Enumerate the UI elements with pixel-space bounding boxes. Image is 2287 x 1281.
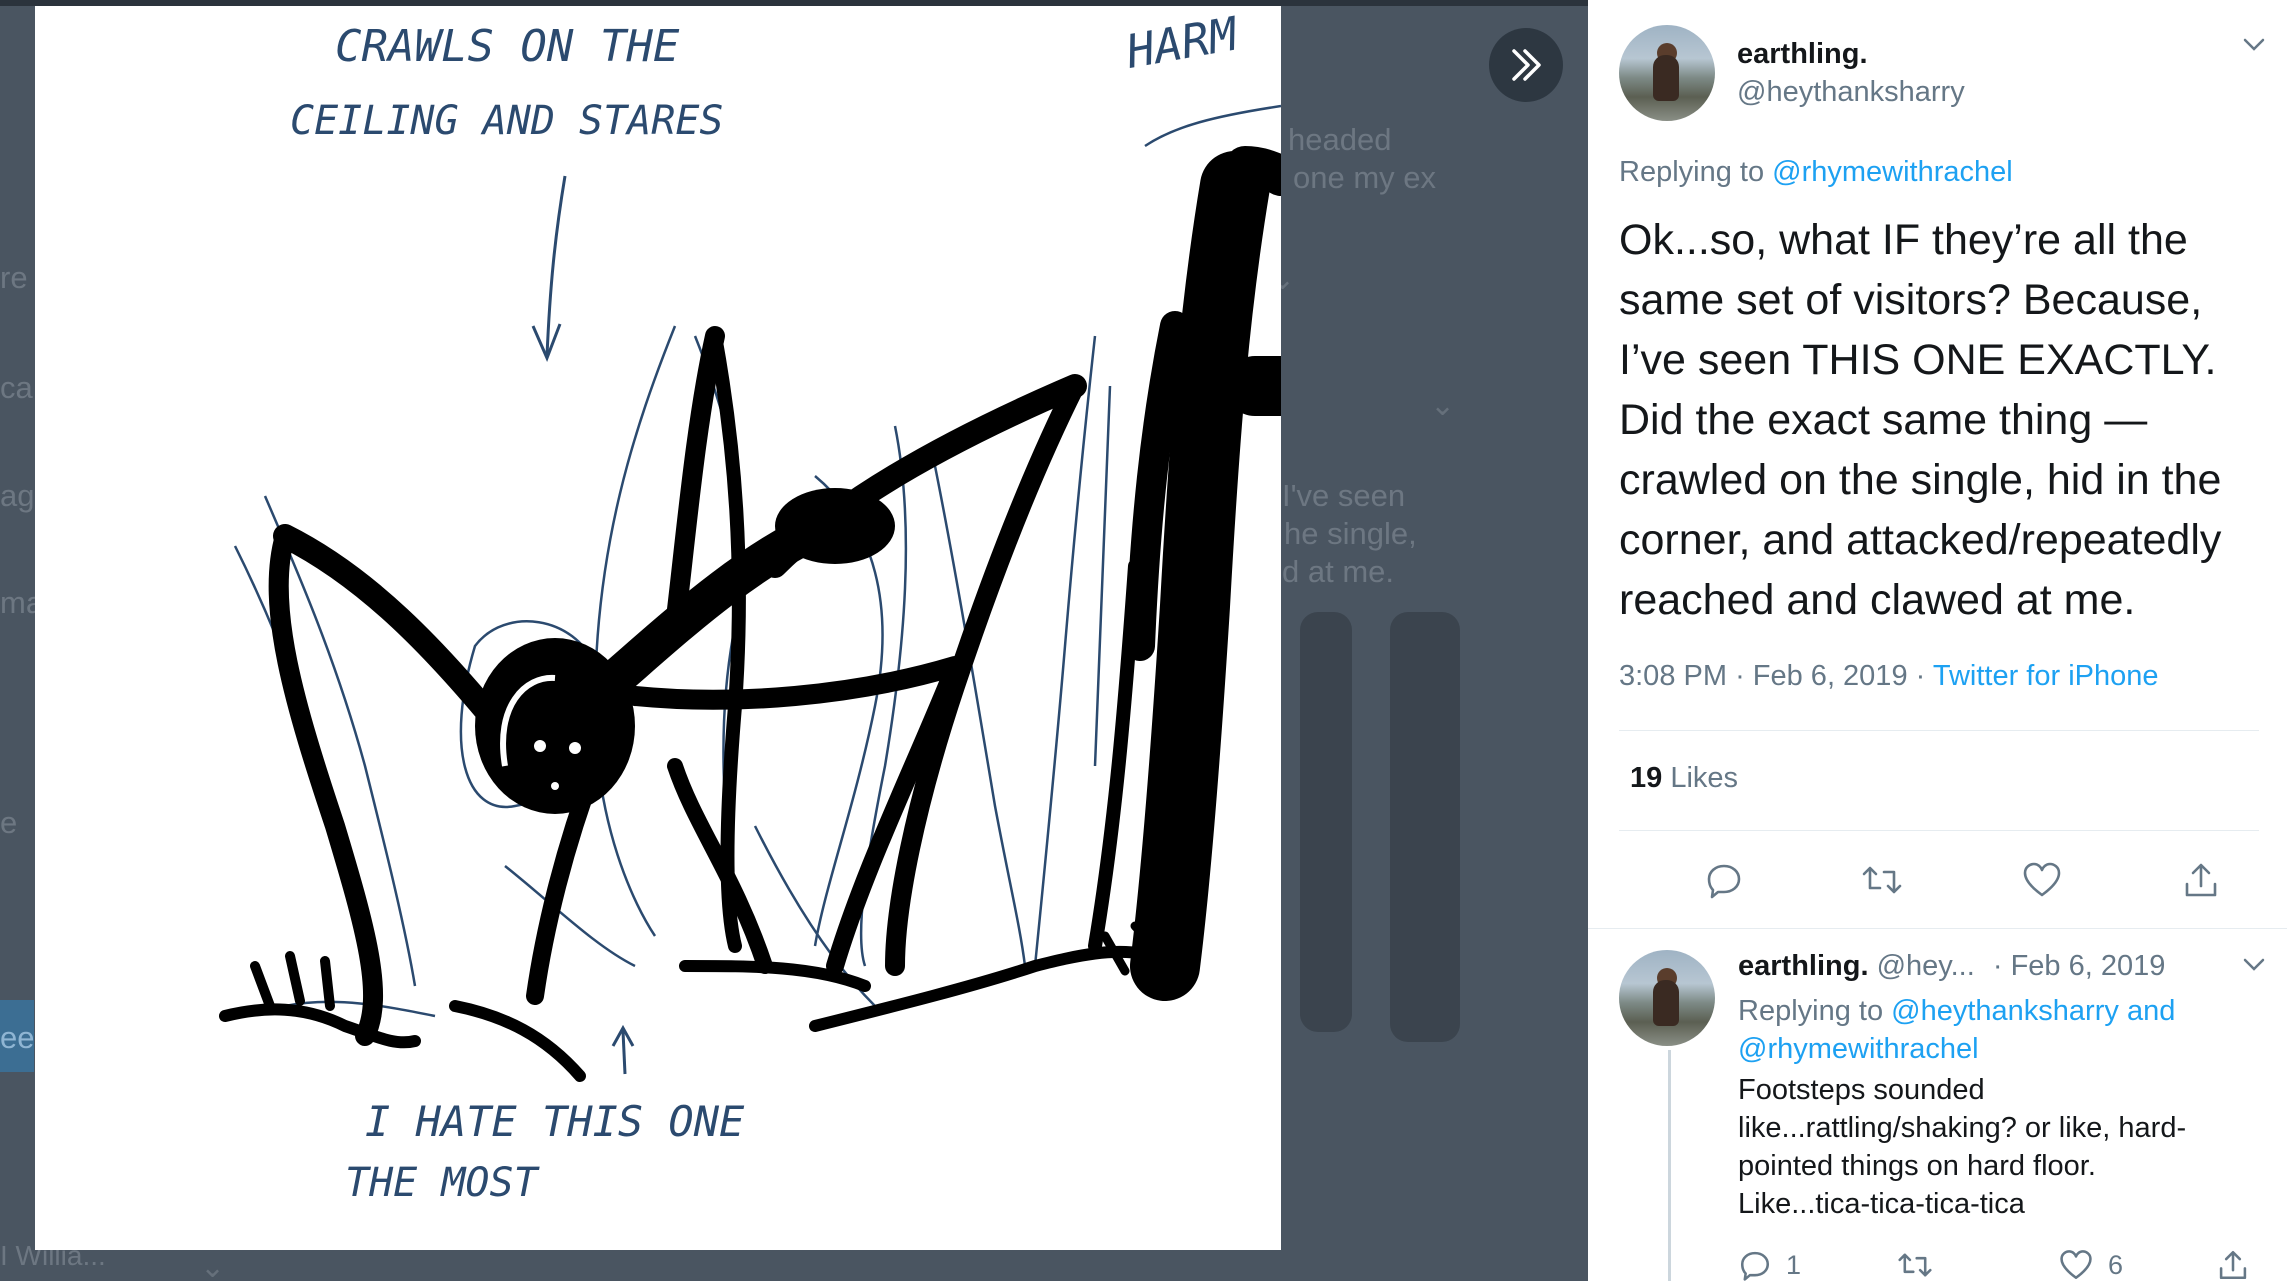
background-chevron-icon: ⌄ xyxy=(200,1251,226,1281)
retweet-icon xyxy=(1898,1253,1932,1277)
likes-count: 19 xyxy=(1630,762,1663,794)
background-text: re xyxy=(0,260,28,295)
thread-connector-line xyxy=(1668,1050,1671,1281)
share-button[interactable] xyxy=(2175,854,2227,906)
background-text: he single, xyxy=(1284,516,1417,551)
caption-corner: HARM xyxy=(1122,6,1244,79)
like-button[interactable] xyxy=(2016,854,2068,906)
tweet-meta: 3:08 PM · Feb 6, 2019 · Twitter for iPho… xyxy=(1619,660,2159,692)
reply-replying-and: and xyxy=(2126,995,2176,1027)
chevron-down-icon xyxy=(2243,38,2265,51)
divider xyxy=(1619,830,2259,831)
like-icon xyxy=(2023,862,2061,897)
background-image-shape xyxy=(1390,612,1460,1042)
avatar-figure xyxy=(1653,55,1679,101)
avatar[interactable] xyxy=(1619,25,1715,121)
caption-top-line1: CRAWLS ON THE xyxy=(335,21,680,72)
background-text: ag xyxy=(0,478,35,513)
reply-reply-button[interactable]: 1 xyxy=(1738,1245,1801,1281)
reply-replying-link-2[interactable]: @rhymewithrachel xyxy=(1738,1033,1979,1065)
retweet-icon xyxy=(1862,866,1902,894)
creature-figure xyxy=(219,146,1281,1082)
reply-text: Footsteps sounded like...rattling/shakin… xyxy=(1738,1071,2258,1223)
background-text: d at me. xyxy=(1282,554,1394,589)
tweet-detail-pane: earthling. @heythanksharry Replying to @… xyxy=(1588,0,2287,1281)
reply-author-handle[interactable]: @hey... xyxy=(1877,950,1975,982)
section-divider xyxy=(1588,928,2287,929)
likes-summary[interactable]: 19 Likes xyxy=(1630,762,1738,795)
reply-count: 1 xyxy=(1786,1249,1802,1280)
background-text: one my ex xyxy=(1293,160,1437,195)
caption-bottom-line2: THE MOST xyxy=(345,1160,541,1206)
double-chevron-right-icon xyxy=(1512,49,1541,81)
background-text: headed xyxy=(1288,122,1392,157)
replying-to-line: Replying to @rhymewithrachel xyxy=(1619,156,2013,189)
tweet-source[interactable]: Twitter for iPhone xyxy=(1933,660,2159,692)
reply-text-line: Footsteps sounded xyxy=(1738,1074,1985,1106)
like-count: 6 xyxy=(2108,1249,2124,1280)
background-text: ca xyxy=(0,370,33,405)
like-icon xyxy=(2060,1250,2092,1280)
reply-icon xyxy=(1707,864,1741,899)
likes-label: Likes xyxy=(1670,762,1739,794)
creature-drawing: CRAWLS ON THE CEILING AND STARES HARM I … xyxy=(219,6,1281,1206)
avatar-figure xyxy=(1653,980,1679,1026)
share-icon xyxy=(2219,1250,2247,1280)
reply-share-button[interactable] xyxy=(2216,1245,2250,1281)
reply-author-name[interactable]: earthling. xyxy=(1738,950,1869,982)
reply-button[interactable] xyxy=(1698,854,1750,906)
background-text: I've seen xyxy=(1282,478,1406,513)
tweet-menu-button[interactable] xyxy=(2240,30,2268,66)
reply-retweet-button[interactable] xyxy=(1896,1245,1948,1281)
tweet-text: Ok...so, what IF they’re all the same se… xyxy=(1619,216,2222,624)
arrow-down-icon xyxy=(531,175,567,362)
caption-top-line2: CEILING AND STARES xyxy=(290,98,723,144)
reply-menu-button[interactable] xyxy=(2240,950,2268,986)
background-text: e xyxy=(0,805,18,840)
reply-header: earthling. @hey... · Feb 6, 2019 xyxy=(1738,950,2165,983)
caption-bottom-line1: I HATE THIS ONE xyxy=(365,1097,745,1146)
collapse-panel-button[interactable] xyxy=(1489,28,1563,102)
share-icon xyxy=(2185,863,2217,897)
background-image-shape xyxy=(1300,612,1352,1032)
chevron-down-icon xyxy=(2243,958,2265,971)
tweet-date[interactable]: Feb 6, 2019 xyxy=(1753,660,1908,692)
tweet-time[interactable]: 3:08 PM xyxy=(1619,660,1727,692)
tweet-image[interactable]: CRAWLS ON THE CEILING AND STARES HARM I … xyxy=(35,6,1281,1250)
reply-text-line: Like...tica-tica-tica-tica xyxy=(1738,1188,2025,1220)
reply-like-button[interactable]: 6 xyxy=(2058,1245,2123,1281)
reply-replying-to: Replying to @heythanksharry and @rhymewi… xyxy=(1738,992,2258,1068)
reply-replying-prefix: Replying to xyxy=(1738,995,1884,1027)
reply-icon xyxy=(1740,1251,1770,1281)
reply-text-line: like...rattling/shaking? or like, hard- xyxy=(1738,1112,2187,1144)
arrow-up-icon xyxy=(611,1024,635,1075)
author-handle[interactable]: @heythanksharry xyxy=(1737,76,1965,109)
divider xyxy=(1619,730,2259,731)
background-chevron-icon: ⌄ xyxy=(1430,389,1456,422)
reply-avatar[interactable] xyxy=(1619,950,1715,1046)
reply-replying-link-1[interactable]: @heythanksharry xyxy=(1891,995,2119,1027)
retweet-button[interactable] xyxy=(1856,854,1908,906)
replying-to-link[interactable]: @rhymewithrachel xyxy=(1772,156,2013,188)
reply-text-line: pointed things on hard floor. xyxy=(1738,1150,2096,1182)
replying-prefix: Replying to xyxy=(1619,156,1765,188)
author-name[interactable]: earthling. xyxy=(1737,38,1868,71)
reply-date[interactable]: · Feb 6, 2019 xyxy=(1993,950,2166,982)
